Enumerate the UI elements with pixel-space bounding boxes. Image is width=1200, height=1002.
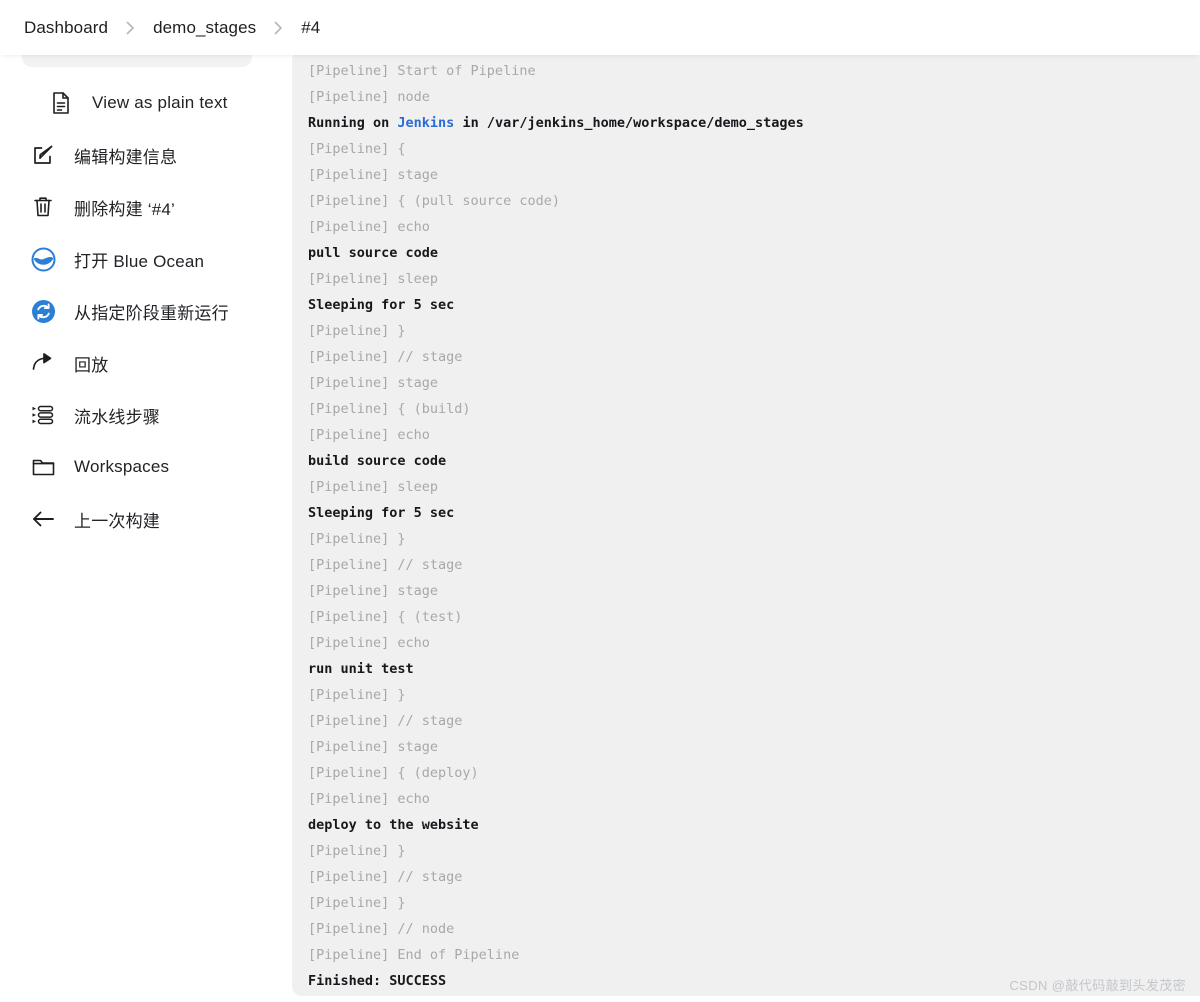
console-log-line: [Pipeline] } bbox=[308, 323, 406, 339]
document-icon bbox=[48, 90, 74, 116]
console-log-line: [Pipeline] // stage bbox=[308, 557, 463, 573]
sidebar-item-view-as-plain-text[interactable]: View as plain text bbox=[0, 77, 292, 129]
console-log-line: [Pipeline] } bbox=[308, 687, 406, 703]
chevron-right-icon bbox=[112, 21, 149, 35]
console-output-panel[interactable]: [Pipeline] Start of Pipeline [Pipeline] n… bbox=[292, 50, 1200, 996]
console-log-line: [Pipeline] node bbox=[308, 89, 430, 105]
sidebar-item-label: View as plain text bbox=[92, 93, 228, 112]
sidebar-menu: View as plain text 编辑构建信息 删除构建 ‘#4’ 打开 B… bbox=[0, 77, 292, 545]
console-log-line: [Pipeline] stage bbox=[308, 583, 439, 599]
console-log-line: [Pipeline] // stage bbox=[308, 713, 463, 729]
breadcrumb-item-dashboard[interactable]: Dashboard bbox=[20, 16, 112, 40]
console-log-line: [Pipeline] } bbox=[308, 895, 406, 911]
sidebar-item-label: 上一次构建 bbox=[74, 511, 160, 531]
breadcrumb-item-build[interactable]: #4 bbox=[297, 16, 324, 40]
jenkins-build-console-page: Dashboard demo_stages #4 View as plain t… bbox=[0, 0, 1200, 1002]
console-log-line: Sleeping for 5 sec bbox=[308, 297, 455, 313]
console-log-line: build source code bbox=[308, 453, 447, 469]
console-log-line: [Pipeline] sleep bbox=[308, 479, 439, 495]
console-log-line: deploy to the website bbox=[308, 817, 479, 833]
console-log-line: [Pipeline] echo bbox=[308, 791, 430, 807]
sidebar-item-edit-build-information[interactable]: 编辑构建信息 bbox=[0, 129, 292, 181]
console-log-line: [Pipeline] echo bbox=[308, 219, 430, 235]
sidebar-item-label: 打开 Blue Ocean bbox=[74, 251, 205, 271]
chevron-right-icon bbox=[260, 21, 297, 35]
console-log-line: [Pipeline] // stage bbox=[308, 869, 463, 885]
console-log-line: [Pipeline] Start of Pipeline bbox=[308, 63, 536, 79]
breadcrumb: Dashboard demo_stages #4 bbox=[0, 0, 1200, 55]
sidebar-item-label: 编辑构建信息 bbox=[74, 147, 178, 167]
console-log-line: [Pipeline] // stage bbox=[308, 349, 463, 365]
console-log-line: [Pipeline] } bbox=[308, 843, 406, 859]
replay-icon bbox=[30, 350, 56, 376]
console-log-line: Sleeping for 5 sec bbox=[308, 505, 455, 521]
restart-icon bbox=[30, 298, 56, 324]
console-log-line: [Pipeline] // node bbox=[308, 921, 455, 937]
arrow-left-icon bbox=[30, 506, 56, 532]
sidebar: View as plain text 编辑构建信息 删除构建 ‘#4’ 打开 B… bbox=[0, 45, 292, 1002]
sidebar-item-label: 从指定阶段重新运行 bbox=[74, 303, 229, 323]
sidebar-item-replay[interactable]: 回放 bbox=[0, 337, 292, 389]
console-log-line: [Pipeline] { (pull source code) bbox=[308, 193, 560, 209]
page-header: Dashboard demo_stages #4 bbox=[0, 0, 1200, 55]
console-log-line: [Pipeline] { bbox=[308, 141, 406, 157]
watermark: CSDN @敲代码敲到头发茂密 bbox=[1009, 978, 1186, 993]
console-log-line: [Pipeline] End of Pipeline bbox=[308, 947, 520, 963]
console-log-line: [Pipeline] sleep bbox=[308, 271, 439, 287]
console-log-line: Running on Jenkins in /var/jenkins_home/… bbox=[308, 115, 804, 131]
console-log-line: [Pipeline] stage bbox=[308, 167, 439, 183]
console-log-line: [Pipeline] echo bbox=[308, 427, 430, 443]
trash-icon bbox=[30, 194, 56, 220]
console-log-line: [Pipeline] stage bbox=[308, 739, 439, 755]
sidebar-item-label: 流水线步骤 bbox=[74, 407, 160, 427]
edit-icon bbox=[30, 142, 56, 168]
console-log-line: [Pipeline] { (build) bbox=[308, 401, 471, 417]
console-log-line: pull source code bbox=[308, 245, 439, 261]
sidebar-item-restart-from-stage[interactable]: 从指定阶段重新运行 bbox=[0, 285, 292, 337]
sidebar-item-label: Workspaces bbox=[74, 457, 170, 476]
sidebar-item-open-blue-ocean[interactable]: 打开 Blue Ocean bbox=[0, 233, 292, 285]
console-log-line: [Pipeline] stage bbox=[308, 375, 439, 391]
console-log-line: [Pipeline] } bbox=[308, 531, 406, 547]
sidebar-item-workspaces[interactable]: Workspaces bbox=[0, 441, 292, 493]
sidebar-item-delete-build[interactable]: 删除构建 ‘#4’ bbox=[0, 181, 292, 233]
pipeline-steps-icon bbox=[30, 402, 56, 428]
folder-icon bbox=[30, 454, 56, 480]
jenkins-node-link[interactable]: Jenkins bbox=[397, 115, 454, 131]
sidebar-item-previous-build[interactable]: 上一次构建 bbox=[0, 493, 292, 545]
console-log-line: [Pipeline] { (test) bbox=[308, 609, 463, 625]
console-log-line: [Pipeline] echo bbox=[308, 635, 430, 651]
sidebar-item-pipeline-steps[interactable]: 流水线步骤 bbox=[0, 389, 292, 441]
sidebar-item-label: 回放 bbox=[74, 355, 109, 375]
console-log-line: [Pipeline] { (deploy) bbox=[308, 765, 479, 781]
console-log-line: run unit test bbox=[308, 661, 414, 677]
breadcrumb-item-job[interactable]: demo_stages bbox=[149, 16, 260, 40]
blue-ocean-icon bbox=[30, 246, 56, 272]
console-log: [Pipeline] Start of Pipeline [Pipeline] n… bbox=[292, 50, 1200, 994]
sidebar-item-label: 删除构建 ‘#4’ bbox=[74, 199, 175, 219]
